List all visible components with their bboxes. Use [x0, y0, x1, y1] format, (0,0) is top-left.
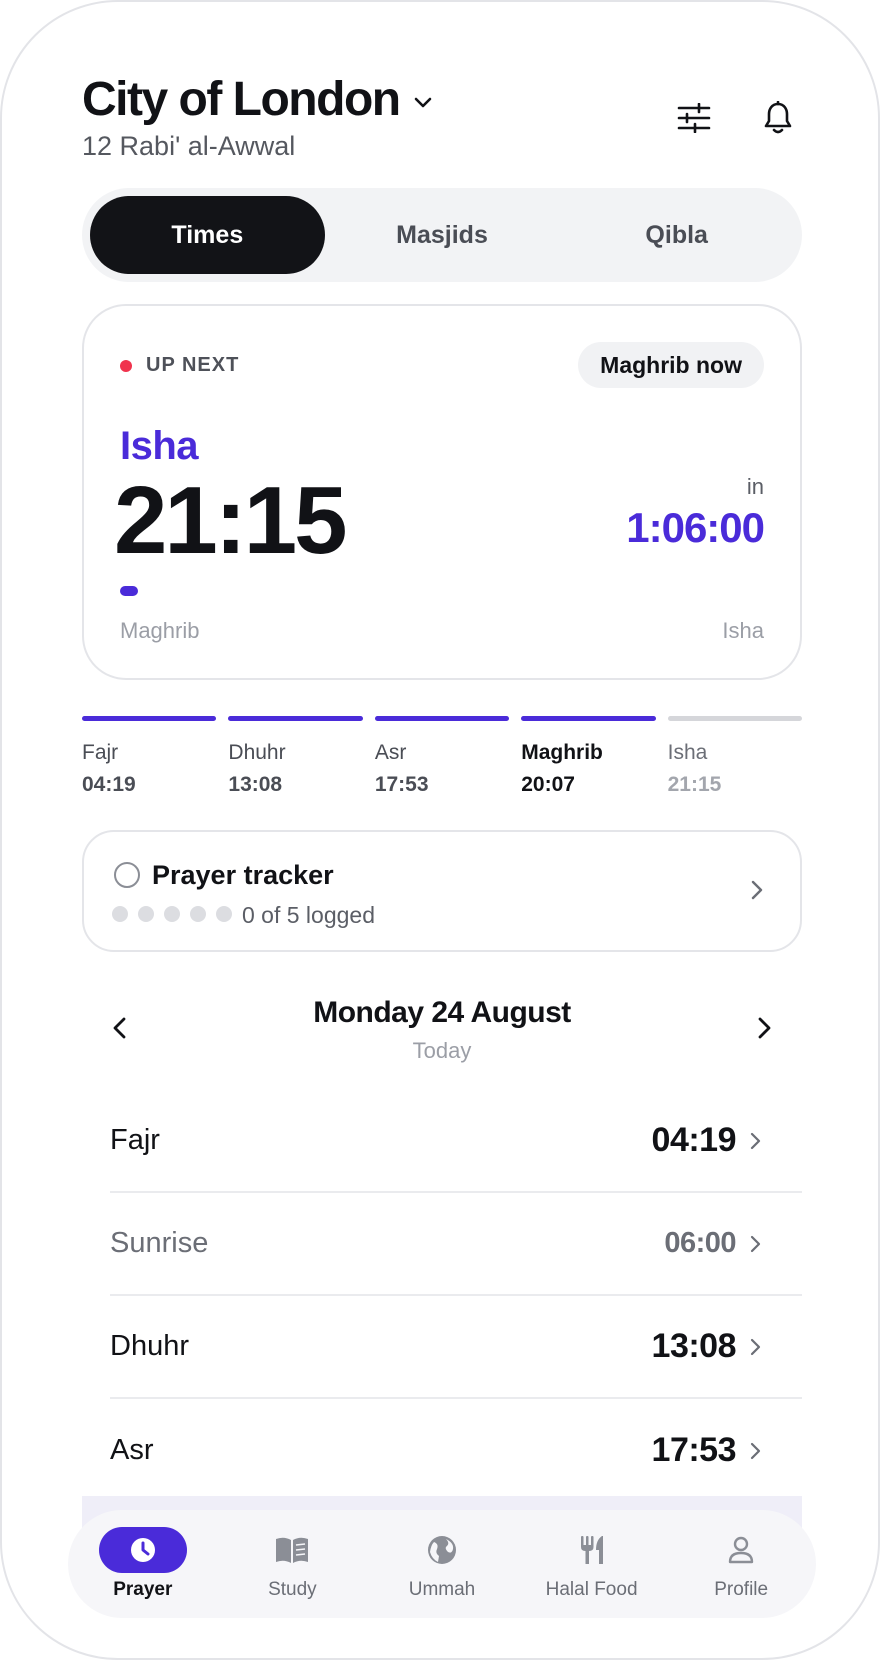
tracker-dot	[164, 906, 180, 922]
prayer-time: 17:53	[651, 1431, 737, 1469]
chevron-right-icon	[748, 1131, 762, 1151]
prayer-time: 06:00	[664, 1227, 736, 1259]
up-next-card: UP NEXT Maghrib now Isha 21:15 in 1:06:0…	[82, 304, 802, 680]
timeline-item-asr: Asr 17:53	[374, 716, 510, 797]
prayer-times-list: Fajr 04:19 Sunrise 06:00 Dhuhr 13:08 Asr…	[110, 1090, 802, 1502]
prayer-name: Sunrise	[110, 1227, 209, 1259]
chevron-down-icon	[412, 91, 434, 113]
phone-frame: City of London 12 Rabi' al-Awwal Times M…	[0, 0, 880, 1660]
prayer-row-asr[interactable]: Asr 17:53	[110, 1399, 802, 1502]
prayer-timeline: Fajr 04:19 Dhuhr 13:08 Asr 17:53 Maghrib…	[82, 716, 803, 797]
person-icon	[697, 1527, 785, 1573]
timeline-time: 04:19	[82, 773, 136, 796]
timeline-name: Asr	[374, 741, 407, 764]
timeline-name: Maghrib	[521, 741, 603, 764]
filter-icon[interactable]	[674, 98, 714, 138]
tracker-dot	[138, 906, 154, 922]
prayer-name: Dhuhr	[110, 1330, 189, 1362]
nav-study[interactable]: Study	[222, 1527, 362, 1601]
tracker-title: Prayer tracker	[152, 860, 334, 890]
timeline-time: 20:07	[521, 773, 575, 796]
globe-icon	[398, 1527, 486, 1573]
tab-times[interactable]: Times	[90, 196, 325, 274]
timeline-bar	[374, 716, 510, 721]
countdown-label: in	[746, 474, 764, 499]
city-name: City of London	[82, 73, 401, 126]
tracker-dots	[112, 906, 232, 922]
prayer-time: 04:19	[651, 1121, 737, 1159]
countdown-timer: 1:06:00	[626, 504, 765, 551]
prayer-name: Asr	[110, 1434, 154, 1466]
tracker-circle-icon	[114, 862, 140, 888]
next-day-button[interactable]	[752, 1014, 776, 1042]
tab-masjids[interactable]: Masjids	[325, 196, 560, 274]
timeline-name: Fajr	[82, 741, 119, 764]
nav-profile[interactable]: Profile	[671, 1527, 811, 1601]
bottom-navigation: Prayer Study Ummah Halal Food Profile	[68, 1510, 816, 1618]
live-dot	[120, 359, 132, 372]
nav-prayer[interactable]: Prayer	[73, 1527, 213, 1601]
nav-label: Study	[268, 1579, 317, 1600]
prayer-row-dhuhr[interactable]: Dhuhr 13:08	[110, 1296, 802, 1399]
nav-label: Profile	[714, 1579, 769, 1600]
view-tabs: Times Masjids Qibla	[82, 188, 802, 282]
up-next-label: UP NEXT	[146, 354, 240, 376]
tracker-logged-count: 0 of 5 logged	[242, 902, 376, 928]
timeline-name: Dhuhr	[228, 741, 286, 764]
prayer-row-fajr[interactable]: Fajr 04:19	[110, 1090, 802, 1193]
progress-start-label: Maghrib	[120, 618, 200, 643]
current-prayer-pill: Maghrib now	[578, 342, 764, 388]
utensils-icon	[548, 1527, 636, 1573]
nav-label: Prayer	[113, 1579, 173, 1600]
timeline-bar	[82, 716, 217, 721]
nav-label: Halal Food	[545, 1579, 638, 1600]
nav-label: Ummah	[408, 1579, 476, 1600]
tracker-dot	[190, 906, 206, 922]
next-prayer-name: Isha	[120, 424, 199, 468]
chevron-right-icon	[748, 1234, 762, 1254]
next-prayer-time: 21:15	[114, 467, 348, 574]
bell-icon[interactable]	[758, 98, 798, 138]
clock-icon	[98, 1527, 187, 1573]
nav-ummah[interactable]: Ummah	[372, 1527, 512, 1601]
prayer-row-sunrise[interactable]: Sunrise 06:00	[110, 1193, 802, 1296]
timeline-item-isha: Isha 21:15	[667, 716, 803, 797]
progress-end-label: Isha	[722, 618, 764, 643]
timeline-item-fajr: Fajr 04:19	[82, 716, 217, 797]
prayer-time: 13:08	[651, 1327, 737, 1365]
header: City of London 12 Rabi' al-Awwal	[82, 72, 798, 172]
chevron-right-icon	[748, 878, 766, 902]
timeline-bar	[521, 716, 656, 721]
progress-bar	[120, 586, 138, 596]
timeline-bar	[667, 716, 803, 721]
tracker-dot	[216, 906, 232, 922]
chevron-right-icon	[748, 1441, 762, 1461]
date-relative-label: Today	[412, 1038, 472, 1063]
book-icon	[248, 1527, 336, 1573]
timeline-time: 13:08	[228, 773, 283, 796]
timeline-item-dhuhr: Dhuhr 13:08	[228, 716, 363, 797]
timeline-time: 17:53	[374, 773, 429, 796]
nav-halal-food[interactable]: Halal Food	[522, 1527, 662, 1601]
tracker-dot	[112, 906, 128, 922]
timeline-item-maghrib: Maghrib 20:07	[521, 716, 656, 797]
prayer-name: Fajr	[110, 1124, 160, 1156]
prayer-tracker-card[interactable]: Prayer tracker 0 of 5 logged	[82, 830, 802, 952]
timeline-name: Isha	[667, 741, 708, 764]
chevron-right-icon	[748, 1337, 762, 1357]
timeline-time: 21:15	[667, 773, 722, 796]
selected-date: Monday 24 August	[313, 996, 571, 1029]
tab-qibla[interactable]: Qibla	[559, 196, 794, 274]
date-navigator: Monday 24 August Today	[82, 994, 802, 1064]
timeline-bar	[228, 716, 363, 721]
